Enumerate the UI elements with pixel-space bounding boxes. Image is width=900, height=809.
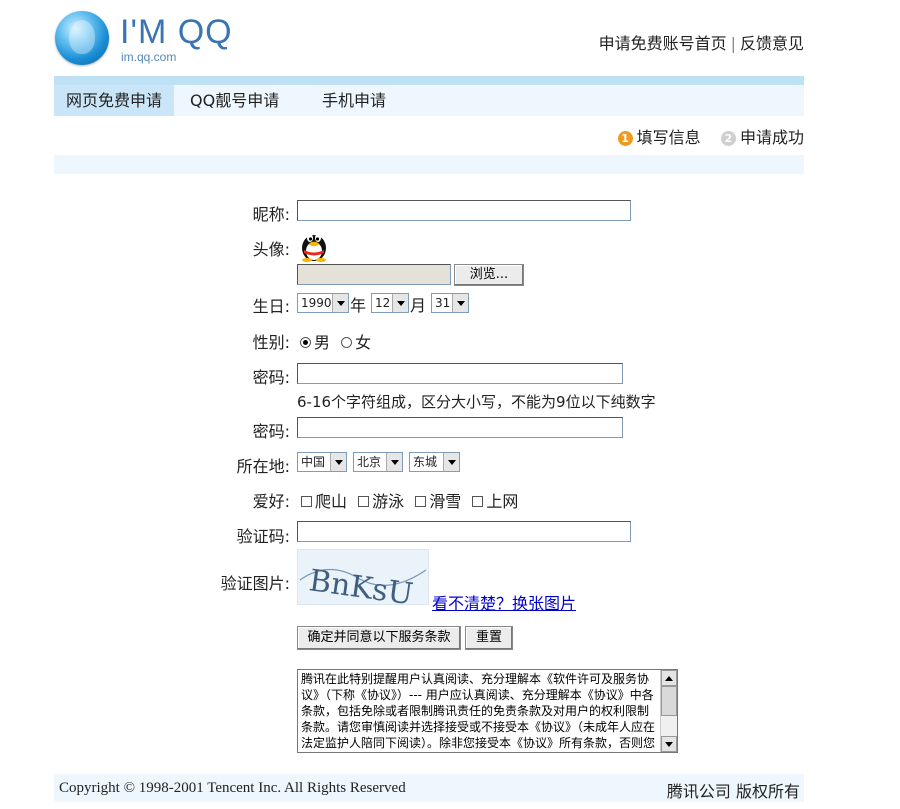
submit-button[interactable]: 确定并同意以下服务条款 [297, 626, 461, 650]
gender-label: 性别: [252, 333, 290, 352]
gender-male-label: 男 [314, 333, 331, 352]
hobby-checkbox[interactable] [472, 496, 484, 507]
birth-year-value: 1990 [301, 296, 332, 310]
rights-text: 腾讯公司 版权所有 [666, 782, 800, 801]
terms-scrollbar[interactable] [660, 670, 677, 752]
chevron-down-icon [452, 294, 468, 312]
browse-button[interactable]: 浏览... [454, 264, 524, 286]
birthday-label: 生日: [252, 297, 290, 316]
hobby-label-climbing: 爬山 [315, 492, 348, 511]
chevron-down-icon [443, 453, 459, 471]
password-label: 密码: [252, 368, 290, 387]
captcha-input[interactable] [297, 521, 631, 542]
captcha-image-label: 验证图片: [220, 574, 290, 593]
province-value: 北京 [357, 455, 382, 469]
logo-subtitle: im.qq.com [121, 50, 177, 64]
link-separator: | [730, 34, 736, 53]
birth-day-select[interactable]: 31 [431, 293, 469, 313]
section-divider [54, 155, 804, 174]
scroll-thumb[interactable] [661, 686, 677, 716]
home-link[interactable]: 申请免费账号首页 [599, 34, 727, 53]
chevron-down-icon [392, 294, 408, 312]
hobby-label: 爱好: [252, 492, 290, 511]
birth-day-value: 31 [435, 296, 451, 310]
avatar-label: 头像: [252, 240, 290, 259]
step-2-label: 申请成功 [739, 128, 804, 147]
location-label: 所在地: [236, 457, 290, 476]
avatar-file-input[interactable] [297, 264, 451, 285]
progress-steps: 1 填写信息 2 申请成功 [617, 124, 804, 148]
gender-female-radio[interactable] [341, 337, 353, 348]
step-1-icon: 1 [617, 131, 633, 146]
captcha-image: BnKsU [297, 549, 429, 612]
district-select[interactable]: 东城 [409, 452, 460, 472]
captcha-text: BnKsU [307, 563, 415, 604]
chevron-down-icon [386, 453, 402, 471]
hobby-checkbox[interactable] [358, 496, 370, 507]
country-value: 中国 [301, 455, 326, 469]
feedback-link[interactable]: 反馈意见 [740, 34, 804, 53]
tab-web-apply[interactable]: 网页免费申请 [54, 85, 174, 116]
birth-year-select[interactable]: 1990 [297, 293, 349, 313]
hobby-options: 爬山 游泳 滑雪 上网 [301, 488, 518, 512]
birth-month-select[interactable]: 12 [371, 293, 409, 313]
month-unit: 月 [410, 296, 427, 315]
hobby-checkbox[interactable] [301, 496, 312, 507]
gender-options: 男 女 [300, 329, 371, 353]
hobby-label-swimming: 游泳 [372, 492, 405, 511]
hobby-checkbox[interactable] [415, 496, 427, 507]
hobby-label-skiing: 滑雪 [429, 492, 462, 511]
province-select[interactable]: 北京 [353, 452, 403, 472]
password-confirm-label: 密码: [252, 422, 290, 441]
captcha-label: 验证码: [236, 527, 290, 546]
scroll-up-icon[interactable] [661, 670, 677, 686]
scroll-down-icon[interactable] [661, 736, 677, 752]
nickname-input[interactable] [297, 200, 631, 221]
reset-button[interactable]: 重置 [465, 626, 513, 650]
hobby-label-internet: 上网 [486, 492, 519, 511]
chevron-down-icon [330, 453, 346, 471]
captcha-refresh-link[interactable]: 看不清楚？换张图片 [432, 590, 576, 614]
gender-female-label: 女 [355, 333, 372, 352]
nav-top-strip [54, 76, 804, 85]
tab-vip-number[interactable]: QQ靓号申请 [190, 85, 279, 116]
step-1-label: 填写信息 [636, 128, 701, 147]
copyright-text: Copyright © 1998-2001 Tencent Inc. All R… [59, 780, 406, 796]
qq-logo-icon [55, 11, 109, 65]
chevron-down-icon [332, 294, 348, 312]
step-2-icon: 2 [720, 131, 736, 146]
year-unit: 年 [350, 296, 367, 315]
logo-text: I'M QQ [120, 13, 233, 51]
penguin-avatar-icon [302, 234, 326, 262]
password-hint: 6-16个字符组成，区分大小写，不能为9位以下纯数字 [297, 393, 656, 411]
tab-bar: 网页免费申请 QQ靓号申请 手机申请 [54, 85, 804, 116]
password-confirm-input[interactable] [297, 417, 623, 438]
tab-mobile-apply[interactable]: 手机申请 [322, 85, 386, 116]
nickname-label: 昵称: [252, 205, 290, 224]
district-value: 东城 [413, 455, 438, 469]
birth-month-value: 12 [375, 296, 391, 310]
top-links: 申请免费账号首页 | 反馈意见 [599, 30, 804, 54]
terms-text: 腾讯在此特别提醒用户认真阅读、充分理解本《软件许可及服务协议》（下称《协议》）-… [301, 672, 656, 750]
gender-male-radio[interactable] [300, 337, 311, 348]
terms-textarea[interactable]: 腾讯在此特别提醒用户认真阅读、充分理解本《软件许可及服务协议》（下称《协议》）-… [297, 669, 678, 753]
country-select[interactable]: 中国 [297, 452, 347, 472]
password-input[interactable] [297, 363, 623, 384]
